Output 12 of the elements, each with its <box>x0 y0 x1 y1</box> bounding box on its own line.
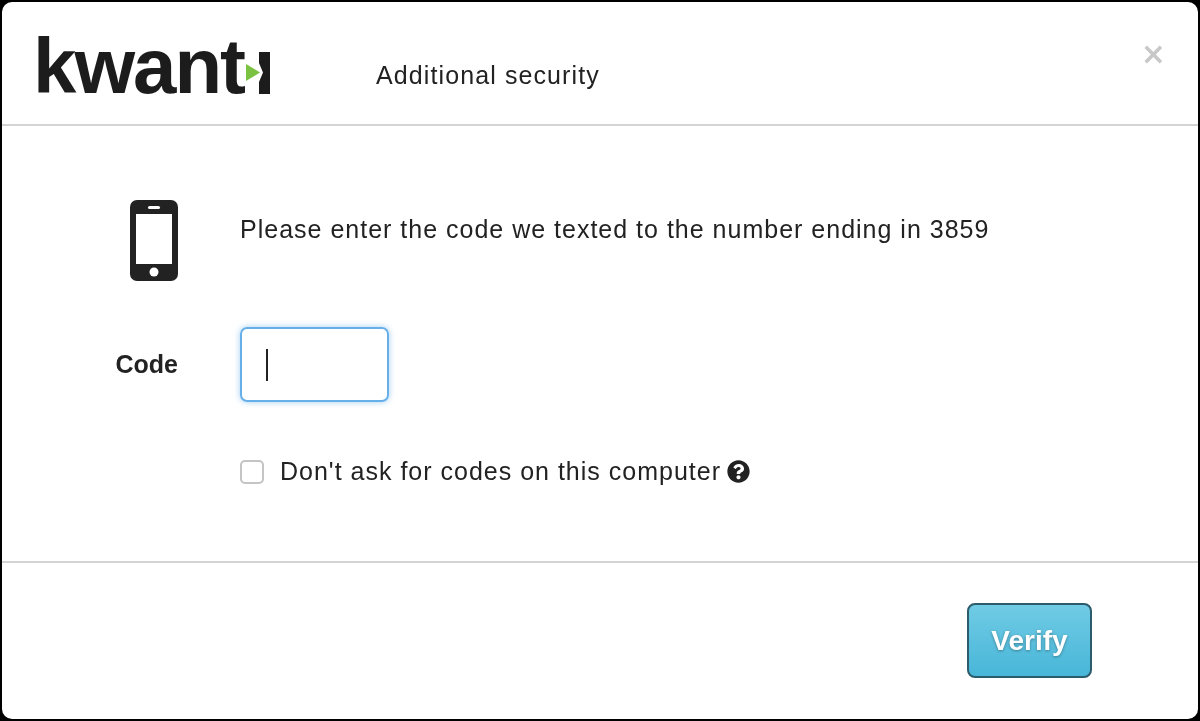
help-icon[interactable] <box>726 460 750 483</box>
verify-button[interactable]: Verify <box>967 603 1092 678</box>
logo-text: kwant <box>33 35 245 97</box>
code-label: Code <box>115 350 178 379</box>
instruction-text: Please enter the code we texted to the number ending in 3859 <box>240 214 991 245</box>
smartphone-icon <box>130 200 178 281</box>
close-button[interactable]: × <box>1140 39 1166 69</box>
text-cursor-icon <box>266 348 268 381</box>
remember-label: Don't ask for codes on this computer <box>280 457 721 486</box>
remember-checkbox[interactable] <box>240 459 264 484</box>
code-input-field[interactable] <box>240 327 389 402</box>
dialog-title: Additional security <box>376 60 600 90</box>
